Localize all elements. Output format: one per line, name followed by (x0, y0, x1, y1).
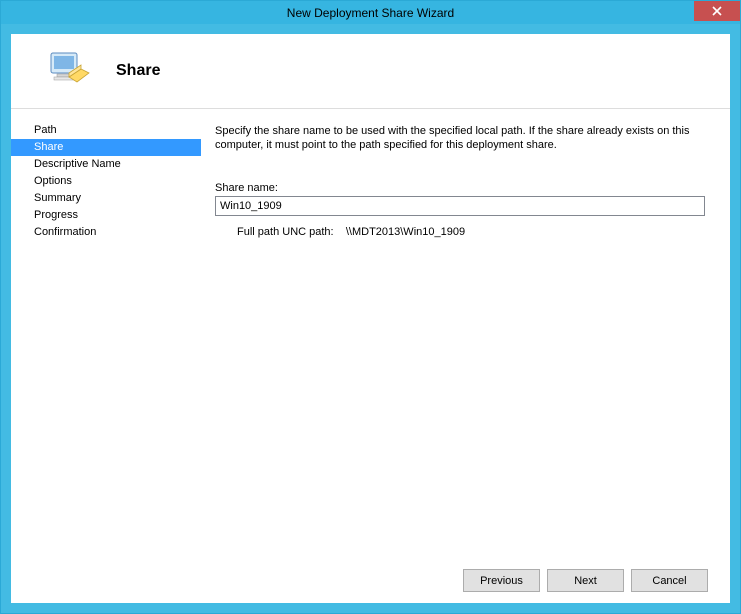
sidebar-item-confirmation[interactable]: Confirmation (11, 224, 201, 241)
cancel-button[interactable]: Cancel (631, 569, 708, 592)
body-area: Path Share Descriptive Name Options Summ… (11, 109, 730, 558)
sidebar-item-path[interactable]: Path (11, 122, 201, 139)
sidebar-item-share[interactable]: Share (11, 139, 201, 156)
close-icon (712, 6, 722, 16)
window-title: New Deployment Share Wizard (287, 6, 454, 20)
next-button[interactable]: Next (547, 569, 624, 592)
content-container: Share Path Share Descriptive Name Option… (11, 34, 730, 603)
share-name-label: Share name: (215, 182, 705, 194)
unc-path-row: Full path UNC path: \\MDT2013\Win10_1909 (215, 226, 705, 238)
unc-path-label: Full path UNC path: (237, 226, 334, 238)
titlebar: New Deployment Share Wizard (1, 1, 740, 24)
window-frame: Share Path Share Descriptive Name Option… (1, 24, 740, 613)
main-panel: Specify the share name to be used with t… (201, 109, 730, 558)
close-button[interactable] (694, 1, 740, 21)
previous-button[interactable]: Previous (463, 569, 540, 592)
share-name-input[interactable] (215, 196, 705, 216)
sidebar-item-descriptive-name[interactable]: Descriptive Name (11, 156, 201, 173)
sidebar-item-summary[interactable]: Summary (11, 190, 201, 207)
sidebar-item-progress[interactable]: Progress (11, 207, 201, 224)
page-title: Share (116, 62, 160, 80)
wizard-steps-sidebar: Path Share Descriptive Name Options Summ… (11, 109, 201, 558)
button-row: Previous Next Cancel (11, 558, 730, 603)
wizard-header: Share (11, 34, 730, 109)
unc-path-value: \\MDT2013\Win10_1909 (346, 226, 465, 238)
sidebar-item-options[interactable]: Options (11, 173, 201, 190)
instructions-text: Specify the share name to be used with t… (215, 124, 705, 152)
wizard-window: New Deployment Share Wizard Share Path (0, 0, 741, 614)
deployment-share-icon (43, 47, 91, 95)
